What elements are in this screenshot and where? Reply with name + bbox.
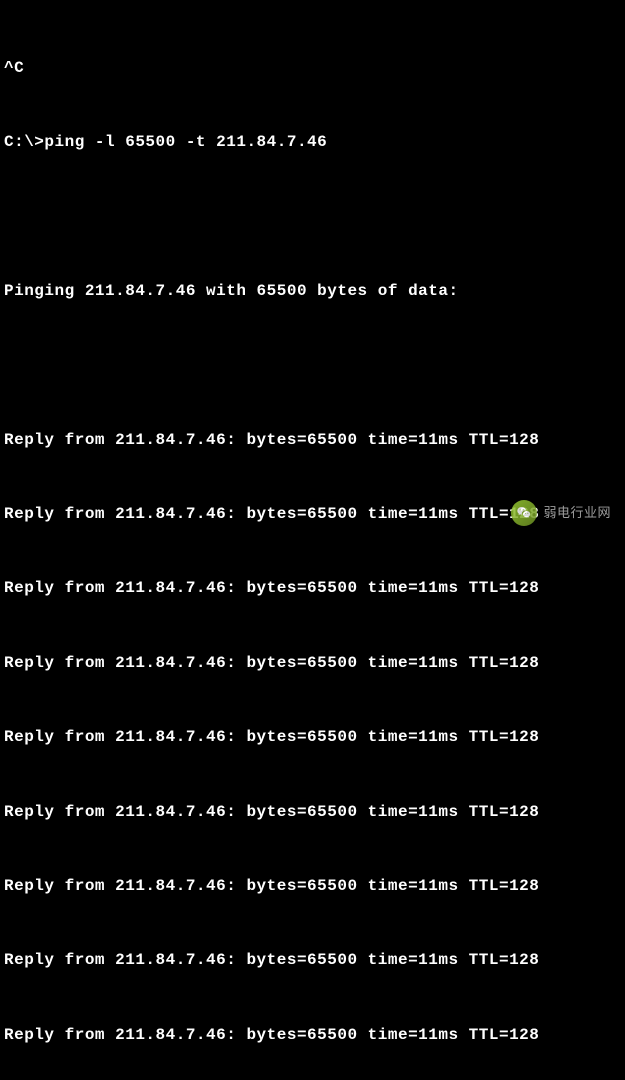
pinging-header: Pinging 211.84.7.46 with 65500 bytes of … xyxy=(4,279,621,304)
reply-line: Reply from 211.84.7.46: bytes=65500 time… xyxy=(4,874,621,899)
reply-line: Reply from 211.84.7.46: bytes=65500 time… xyxy=(4,651,621,676)
blank-line xyxy=(4,204,621,229)
blank-line xyxy=(4,353,621,378)
ping-command[interactable]: ping -l 65500 -t 211.84.7.46 xyxy=(44,133,327,151)
prompt: C:\> xyxy=(4,133,44,151)
terminal-output: ^C C:\>ping -l 65500 -t 211.84.7.46 Ping… xyxy=(4,6,621,1080)
reply-line: Reply from 211.84.7.46: bytes=65500 time… xyxy=(4,428,621,453)
command-line: C:\>ping -l 65500 -t 211.84.7.46 xyxy=(4,130,621,155)
reply-line: Reply from 211.84.7.46: bytes=65500 time… xyxy=(4,800,621,825)
reply-line: Reply from 211.84.7.46: bytes=65500 time… xyxy=(4,725,621,750)
reply-line: Reply from 211.84.7.46: bytes=65500 time… xyxy=(4,948,621,973)
reply-line: Reply from 211.84.7.46: bytes=65500 time… xyxy=(4,1023,621,1048)
interrupt-signal: ^C xyxy=(4,56,621,81)
reply-line: Reply from 211.84.7.46: bytes=65500 time… xyxy=(4,502,621,527)
reply-line: Reply from 211.84.7.46: bytes=65500 time… xyxy=(4,576,621,601)
